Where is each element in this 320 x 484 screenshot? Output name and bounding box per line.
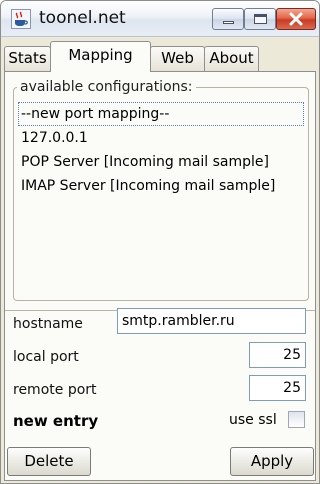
tab-stats[interactable]: Stats [4, 46, 51, 71]
remote-port-label: remote port [13, 382, 97, 398]
local-port-input[interactable] [249, 342, 306, 368]
maximize-button[interactable] [244, 8, 276, 30]
configurations-legend: available configurations: [17, 79, 196, 95]
tab-strip: Stats Mapping Web About [1, 39, 319, 72]
list-item-pop-server[interactable]: POP Server [Incoming mail sample] [18, 150, 304, 174]
list-item-imap-server[interactable]: IMAP Server [Incoming mail sample] [18, 174, 304, 198]
java-coffee-cup-icon [11, 9, 31, 29]
configurations-list[interactable]: --new port mapping-- 127.0.0.1 POP Serve… [18, 102, 304, 198]
apply-button[interactable]: Apply [230, 447, 314, 476]
minimize-icon [223, 21, 234, 24]
window-title: toonel.net [39, 8, 126, 28]
title-bar[interactable]: toonel.net [1, 1, 319, 37]
tab-mapping[interactable]: Mapping [50, 41, 151, 72]
use-ssl-checkbox[interactable] [288, 411, 305, 428]
delete-button[interactable]: Delete [7, 447, 91, 476]
hostname-label: hostname [13, 316, 83, 332]
entry-status-label: new entry [13, 412, 99, 430]
tab-web[interactable]: Web [150, 46, 205, 71]
use-ssl-label: use ssl [229, 412, 277, 428]
mapping-panel: available configurations: --new port map… [4, 71, 316, 481]
minimize-button[interactable] [212, 8, 244, 30]
close-icon [277, 9, 315, 29]
remote-port-input[interactable] [249, 375, 306, 401]
list-item-localhost[interactable]: 127.0.0.1 [18, 126, 304, 150]
maximize-icon [254, 14, 267, 24]
close-button[interactable] [276, 8, 316, 30]
hostname-input[interactable] [117, 308, 306, 334]
list-item-new-port-mapping[interactable]: --new port mapping-- [18, 102, 304, 126]
tab-about[interactable]: About [204, 46, 259, 71]
local-port-label: local port [13, 349, 79, 365]
configurations-group: available configurations: --new port map… [13, 79, 309, 301]
app-window: toonel.net Stats Mapping Web About avail… [0, 0, 320, 484]
